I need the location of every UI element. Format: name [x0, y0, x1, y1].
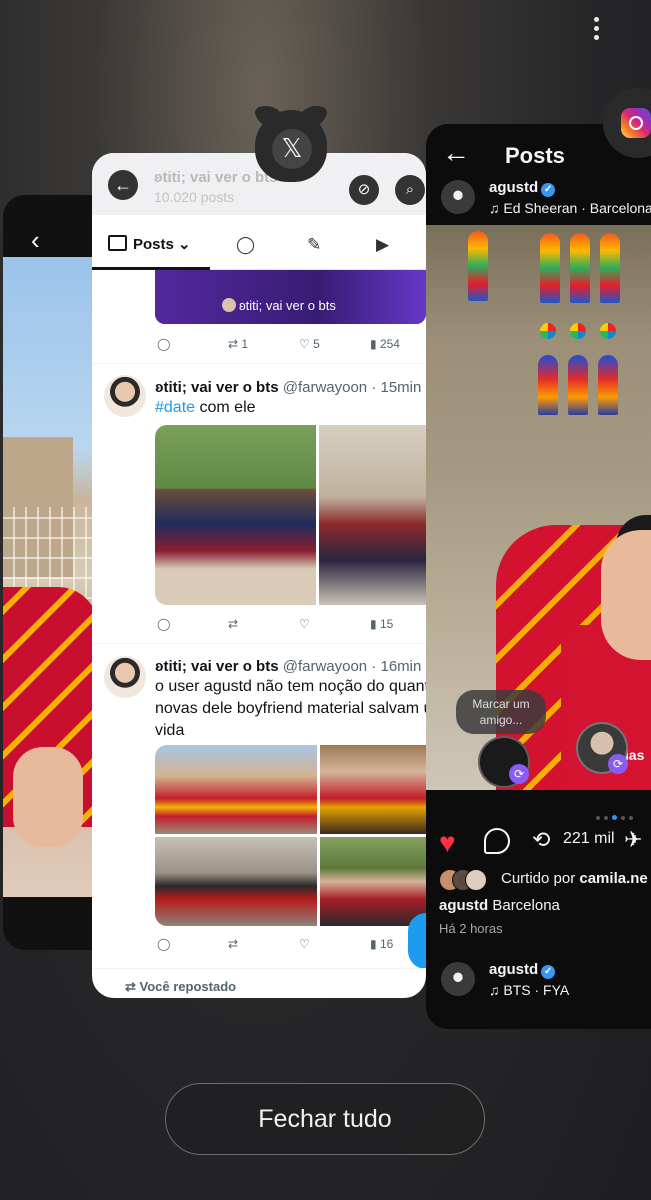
post-username[interactable]: agustd ✓: [489, 961, 556, 979]
tweet-image[interactable]: [320, 837, 426, 926]
views-icon[interactable]: ▮ 254: [370, 337, 400, 351]
reply-icon[interactable]: ◯: [157, 337, 170, 351]
instagram-logo-icon: [621, 108, 651, 138]
liked-by-avatars: [439, 869, 499, 891]
music-note-icon: ♫: [489, 982, 500, 998]
tab-posts[interactable]: Posts ⌄: [108, 235, 191, 253]
reply-icon[interactable]: ◯: [157, 937, 170, 951]
tweet-text: o user agustd não tem noção do quant nov…: [155, 678, 426, 739]
like-heart-icon[interactable]: ♥: [439, 827, 456, 859]
tweet-image[interactable]: [320, 745, 426, 834]
like-icon[interactable]: ♡: [299, 617, 310, 631]
avatar[interactable]: [441, 180, 475, 214]
music-note-icon: ♫: [489, 200, 500, 216]
verified-badge-icon: ✓: [541, 183, 556, 197]
tweet-image[interactable]: [155, 745, 317, 834]
retweet-icon[interactable]: ⇄: [228, 937, 238, 951]
x-app-icon[interactable]: 𝕏: [253, 100, 329, 182]
tab-highlights-icon[interactable]: ✎: [307, 235, 321, 255]
posts-icon: [108, 235, 127, 251]
video-thumbnail[interactable]: [155, 270, 426, 324]
avatar[interactable]: [104, 375, 146, 417]
tag-friend-tooltip[interactable]: Marcar um amigo...: [456, 690, 546, 734]
more-options-icon[interactable]: [588, 14, 604, 42]
recent-app-card-instagram[interactable]: ← Posts agustd ✓ ♫ Ed Sheeran · Barcelona…: [426, 124, 651, 1029]
post-music[interactable]: ♫ BTS · FYA: [489, 982, 569, 998]
comment-icon[interactable]: [484, 828, 510, 854]
post-music[interactable]: ♫ Ed Sheeran · Barcelona: [489, 200, 651, 216]
hashtag-link[interactable]: #date: [155, 399, 195, 416]
close-all-button[interactable]: Fechar tudo: [165, 1083, 485, 1155]
divider: [92, 363, 426, 364]
retweet-icon[interactable]: ⇄: [228, 617, 238, 631]
video-duration: 0:43: [105, 298, 131, 313]
recent-app-card-x[interactable]: ← ʚtiti; vai ver o bts 10.020 posts ⊘ ⌕ …: [92, 153, 426, 998]
reply-icon[interactable]: ◯: [157, 617, 170, 631]
tweet-actions: ◯ ⇄ ♡ ▮ 15: [155, 617, 426, 637]
repost-count: 221 mil: [563, 830, 615, 847]
post-username[interactable]: agustd ✓: [489, 179, 556, 197]
tweet-actions: ◯ ⇄ ♡ ▮ 16: [155, 937, 426, 957]
retweet-icon: ⇄: [125, 979, 136, 994]
retweet-icon[interactable]: ⇄ 1: [228, 337, 248, 351]
tweet-text: #date com ele: [155, 399, 256, 416]
like-icon[interactable]: ♡ 5: [299, 337, 320, 351]
back-arrow-icon[interactable]: ←: [108, 170, 138, 200]
repost-badge-icon: ⟳: [608, 754, 628, 774]
views-icon[interactable]: ▮ 16: [370, 937, 393, 951]
tab-replies-icon[interactable]: ◯: [236, 235, 255, 255]
tab-media-icon[interactable]: ▶: [376, 235, 389, 255]
liked-by[interactable]: Curtido por camila.ne: [501, 870, 648, 887]
avatar: [222, 298, 236, 312]
profile-tabs: Posts ⌄ ◯ ✎ ▶: [92, 223, 426, 270]
tweet-image[interactable]: [155, 837, 317, 926]
post-count: 10.020 posts: [154, 189, 235, 205]
send-icon[interactable]: ✈: [624, 827, 642, 853]
back-arrow-icon[interactable]: ←: [442, 139, 470, 167]
verified-badge-icon: ✓: [541, 965, 556, 979]
video-user-label: ʚtiti; vai ver o bts: [222, 298, 336, 313]
repost-icon[interactable]: ⟲: [532, 827, 550, 853]
page-title: Posts: [505, 143, 565, 168]
avatar[interactable]: [104, 656, 146, 698]
tweet-actions: ◯ ⇄ 1 ♡ 5 ▮ 254: [155, 337, 426, 357]
like-icon[interactable]: ♡: [299, 937, 310, 951]
search-icon[interactable]: ⌕: [395, 175, 425, 205]
divider: [92, 968, 426, 969]
post-caption: agustd Barcelona: [439, 897, 560, 914]
tweet-header: ʚtiti; vai ver o bts @farwayoon · 15min: [155, 379, 422, 396]
repost-badge-icon: ⟳: [509, 764, 529, 784]
post-time: Há 2 horas: [439, 921, 503, 936]
x-logo-icon: 𝕏: [272, 129, 312, 169]
grok-icon[interactable]: ⊘: [349, 175, 379, 205]
compose-button[interactable]: [408, 913, 426, 969]
tweet-header: ʚtiti; vai ver o bts @farwayoon · 16min: [155, 658, 422, 675]
tweet-image[interactable]: [155, 425, 316, 605]
reposted-label: ⇄ Você repostado: [125, 979, 237, 994]
divider: [92, 643, 426, 644]
carousel-dots: [596, 807, 651, 820]
chevron-left-icon[interactable]: ‹: [31, 227, 40, 253]
tweet-image[interactable]: [319, 425, 426, 605]
views-icon[interactable]: ▮ 15: [370, 617, 393, 631]
avatar[interactable]: [441, 962, 475, 996]
